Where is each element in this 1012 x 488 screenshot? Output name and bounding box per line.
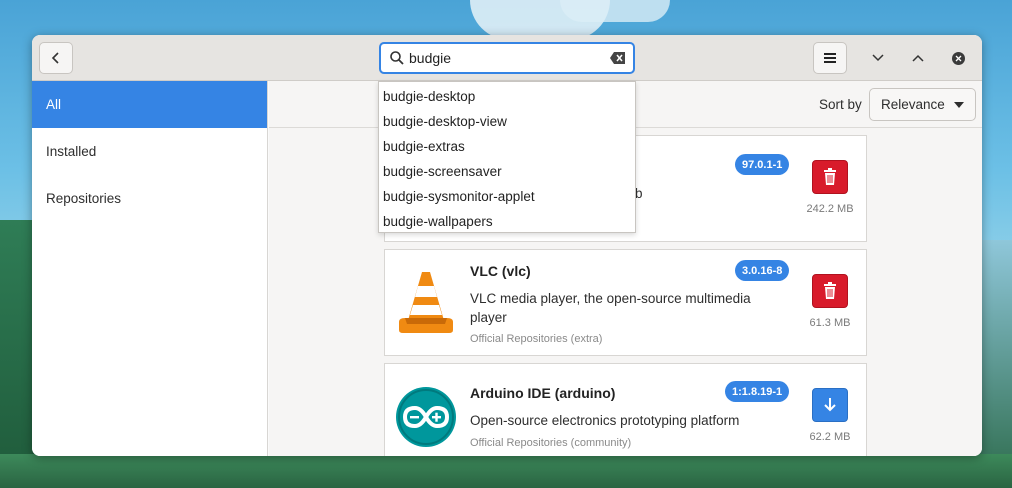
download-size: 61.3 MB bbox=[809, 317, 851, 329]
sort-label: Sort by bbox=[819, 97, 862, 112]
close-icon bbox=[951, 51, 965, 65]
app-description: b bbox=[635, 186, 643, 201]
app-card[interactable]: VLC (vlc) VLC media player, the open-sou… bbox=[384, 249, 867, 356]
suggestion-item[interactable]: budgie-sysmonitor-applet bbox=[379, 184, 635, 209]
version-badge: 1:1.8.19-1 bbox=[725, 381, 790, 402]
clear-search-icon[interactable] bbox=[609, 50, 627, 66]
suggestion-item[interactable]: budgie-wallpapers bbox=[379, 209, 635, 234]
headerbar bbox=[32, 35, 982, 81]
suggestion-list: budgie-desktop budgie-desktop-view budgie-… bbox=[379, 82, 635, 234]
download-size: 62.2 MB bbox=[809, 431, 851, 443]
chevron-left-icon bbox=[51, 52, 59, 64]
suggestion-item[interactable]: budgie-desktop bbox=[379, 84, 635, 109]
back-button[interactable] bbox=[39, 42, 73, 74]
wallpaper-hill bbox=[0, 220, 36, 488]
sidebar-item-label: Installed bbox=[46, 144, 97, 159]
suggestion-item[interactable]: budgie-screensaver bbox=[379, 159, 635, 184]
sidebar-item-all[interactable]: All bbox=[32, 81, 267, 128]
remove-button[interactable] bbox=[812, 160, 848, 194]
sidebar-item-installed[interactable]: Installed bbox=[32, 128, 267, 175]
chevron-down-icon bbox=[872, 54, 884, 62]
app-name: VLC (vlc) bbox=[470, 263, 531, 279]
vlc-cone-icon bbox=[395, 270, 457, 333]
app-description: Open-source electronics prototyping plat… bbox=[470, 413, 740, 428]
download-arrow-icon bbox=[824, 398, 836, 412]
search-icon bbox=[389, 50, 405, 66]
wallpaper-ground bbox=[0, 454, 1012, 488]
app-card[interactable]: Arduino IDE (arduino) Open-source electr… bbox=[384, 363, 867, 456]
close-button[interactable] bbox=[946, 46, 970, 70]
trash-icon bbox=[824, 168, 836, 185]
install-button[interactable] bbox=[812, 388, 848, 422]
arduino-icon bbox=[395, 386, 457, 448]
sidebar: All Installed Repositories bbox=[32, 81, 268, 456]
sort-value: Relevance bbox=[881, 97, 945, 112]
download-size: 242.2 MB bbox=[806, 203, 854, 215]
chevron-up-icon bbox=[912, 54, 924, 62]
version-badge: 3.0.16-8 bbox=[735, 260, 790, 281]
suggestion-item[interactable]: budgie-desktop-view bbox=[379, 109, 635, 134]
search-suggestions-popover: budgie-desktop budgie-desktop-view budgie-… bbox=[378, 81, 636, 233]
app-name: Arduino IDE (arduino) bbox=[470, 385, 616, 401]
sidebar-item-label: Repositories bbox=[46, 191, 122, 206]
maximize-button[interactable] bbox=[906, 46, 930, 70]
wallpaper-snow bbox=[560, 0, 670, 22]
app-repository: Official Repositories (extra) bbox=[470, 333, 603, 345]
app-repository: Official Repositories (community) bbox=[470, 437, 632, 449]
menu-button[interactable] bbox=[813, 42, 847, 74]
hamburger-menu-icon bbox=[824, 53, 836, 63]
sort-dropdown[interactable]: Relevance bbox=[869, 88, 976, 121]
software-window: All Installed Repositories Sort by Relev… bbox=[32, 35, 982, 456]
version-badge: 97.0.1-1 bbox=[735, 154, 790, 175]
dropdown-arrow-icon bbox=[954, 102, 964, 108]
wallpaper-hill bbox=[980, 240, 1012, 488]
trash-icon bbox=[824, 282, 836, 299]
search-input[interactable] bbox=[409, 47, 599, 69]
app-description: VLC media player, the open-source multim… bbox=[470, 291, 751, 325]
sidebar-item-label: All bbox=[46, 97, 62, 112]
minimize-button[interactable] bbox=[866, 46, 890, 70]
sidebar-item-repositories[interactable]: Repositories bbox=[32, 175, 267, 222]
search-field[interactable] bbox=[379, 42, 635, 74]
suggestion-item[interactable]: budgie-extras bbox=[379, 134, 635, 159]
remove-button[interactable] bbox=[812, 274, 848, 308]
